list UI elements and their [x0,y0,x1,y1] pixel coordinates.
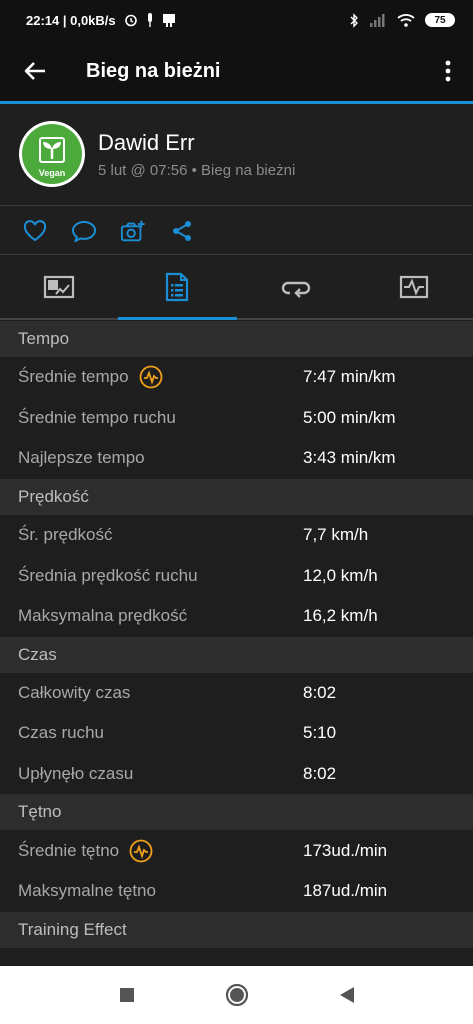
laps-icon [281,281,310,298]
stat-value: 16,2 km/h [303,606,378,626]
stat-row: Maksymalne tętno 187ud./min [0,870,473,912]
stat-label: Średnie tempo [18,365,163,389]
more-vertical-icon [445,60,451,82]
section-header-training-effect: Training Effect [0,911,473,948]
stat-row: Upłynęło czasu 8:02 [0,753,473,795]
action-bar [0,207,473,255]
stat-label: Średnie tętno [18,839,153,863]
back-nav-button[interactable] [332,980,362,1010]
activity-stats: Tempo Średnie tempo 7:47 min/km Średnie … [0,321,473,948]
like-button[interactable] [22,218,48,244]
alarm-icon [124,13,138,27]
tab-overview[interactable] [0,256,118,318]
section-header-heart-rate: Tętno [0,794,473,831]
section-header-time: Czas [0,636,473,673]
stat-value: 173ud./min [303,840,388,860]
vegan-logo: Vegan [22,124,82,184]
stat-value: 5:10 [303,723,337,743]
pulse-icon [139,365,162,389]
stat-value: 8:02 [303,764,337,784]
stat-row: Maksymalna prędkość 16,2 km/h [0,595,473,637]
heart-icon [23,219,47,241]
battery-indicator: 75 [425,13,455,27]
stat-row: Średnia prędkość ruchu 12,0 km/h [0,555,473,596]
stat-label: Całkowity czas [18,682,131,702]
stat-row: Najlepsze tempo 3:43 min/km [0,438,473,479]
details-icon [166,272,189,302]
avatar-text: Vegan [38,168,66,178]
tab-laps[interactable] [237,256,355,318]
camera-add-icon [120,220,145,241]
section-header-tempo: Tempo [0,321,473,357]
stat-row: Średnie tempo 7:47 min/km [0,357,473,398]
add-photo-button[interactable] [120,218,146,244]
home-button[interactable] [222,980,252,1010]
activity-meta: 5 lut @ 07:56 • Bieg na bieżni [98,162,296,179]
stat-value: 12,0 km/h [303,565,378,585]
stat-label: Maksymalna prędkość [18,606,188,626]
overflow-menu-button[interactable] [423,40,473,102]
athlete-name[interactable]: Dawid Err [98,130,195,156]
stat-label: Upłynęło czasu [18,764,134,784]
wifi-icon [397,13,415,27]
stat-label: Średnia prędkość ruchu [18,565,198,585]
system-nav-bar [0,966,473,1024]
circle-icon [225,983,248,1007]
pin-icon [146,13,154,27]
signal-icon [369,13,387,27]
overview-icon [44,275,75,299]
stat-row: Śr. prędkość 7,7 km/h [0,514,473,556]
stat-label: Średnie tempo ruchu [18,407,176,427]
app-notification-icon [162,13,176,27]
stat-label: Czas ruchu [18,723,104,743]
activity-tabs [0,256,473,320]
sprout-icon [39,137,65,163]
stat-value: 187ud./min [303,881,388,901]
status-bar: 22:14 | 0,0kB/s 75 [0,0,473,40]
pulse-icon [129,839,153,863]
stat-row: Czas ruchu 5:10 [0,713,473,754]
recents-button[interactable] [112,980,142,1010]
app-bar: Bieg na bieżni [0,40,473,102]
triangle-back-icon [339,987,354,1003]
back-button[interactable] [0,40,70,102]
stat-label: Maksymalne tętno [18,881,156,901]
bluetooth-icon [349,12,359,28]
stat-value: 7,7 km/h [303,525,369,545]
square-icon [119,988,134,1002]
avatar[interactable]: Vegan [19,121,85,187]
stat-value: 7:47 min/km [303,367,396,387]
share-icon [173,220,191,241]
stat-label: Śr. prędkość [18,525,113,545]
status-time: 22:14 | 0,0kB/s [26,12,116,28]
share-button[interactable] [169,218,195,244]
tab-charts[interactable] [355,256,473,318]
section-header-speed: Prędkość [0,478,473,515]
stat-row: Średnie tempo ruchu 5:00 min/km [0,397,473,439]
stat-value: 5:00 min/km [303,407,396,427]
comment-icon [71,220,97,242]
arrow-left-icon [24,62,45,80]
stat-value: 8:02 [303,682,337,702]
stat-row: Średnie tętno 173ud./min [0,830,473,871]
tab-details[interactable] [118,256,237,320]
charts-icon [399,275,428,299]
stat-value: 3:43 min/km [303,448,396,468]
page-title: Bieg na bieżni [86,59,221,82]
stat-row: Całkowity czas 8:02 [0,672,473,714]
activity-header: Vegan Dawid Err 5 lut @ 07:56 • Bieg na … [0,104,473,206]
comment-button[interactable] [71,218,97,244]
stat-label: Najlepsze tempo [18,448,145,468]
